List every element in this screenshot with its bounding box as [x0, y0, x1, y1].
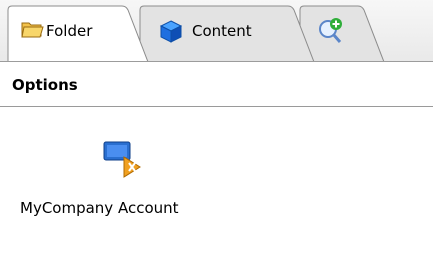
- mycompany-account-label: MyCompany Account: [20, 199, 179, 217]
- tab-content-label: Content: [192, 22, 252, 40]
- cube-icon: [159, 20, 183, 43]
- tab-folder-label: Folder: [46, 22, 93, 40]
- tab-bar: Folder Content: [0, 0, 433, 62]
- tab-folder[interactable]: Folder: [8, 4, 148, 62]
- company-account-icon: [103, 141, 141, 178]
- tab-content[interactable]: Content: [140, 4, 314, 62]
- search-add-icon: [319, 18, 342, 43]
- folder-icon: [21, 22, 44, 38]
- tab-search-add[interactable]: [300, 4, 384, 62]
- options-title: Options: [12, 76, 78, 94]
